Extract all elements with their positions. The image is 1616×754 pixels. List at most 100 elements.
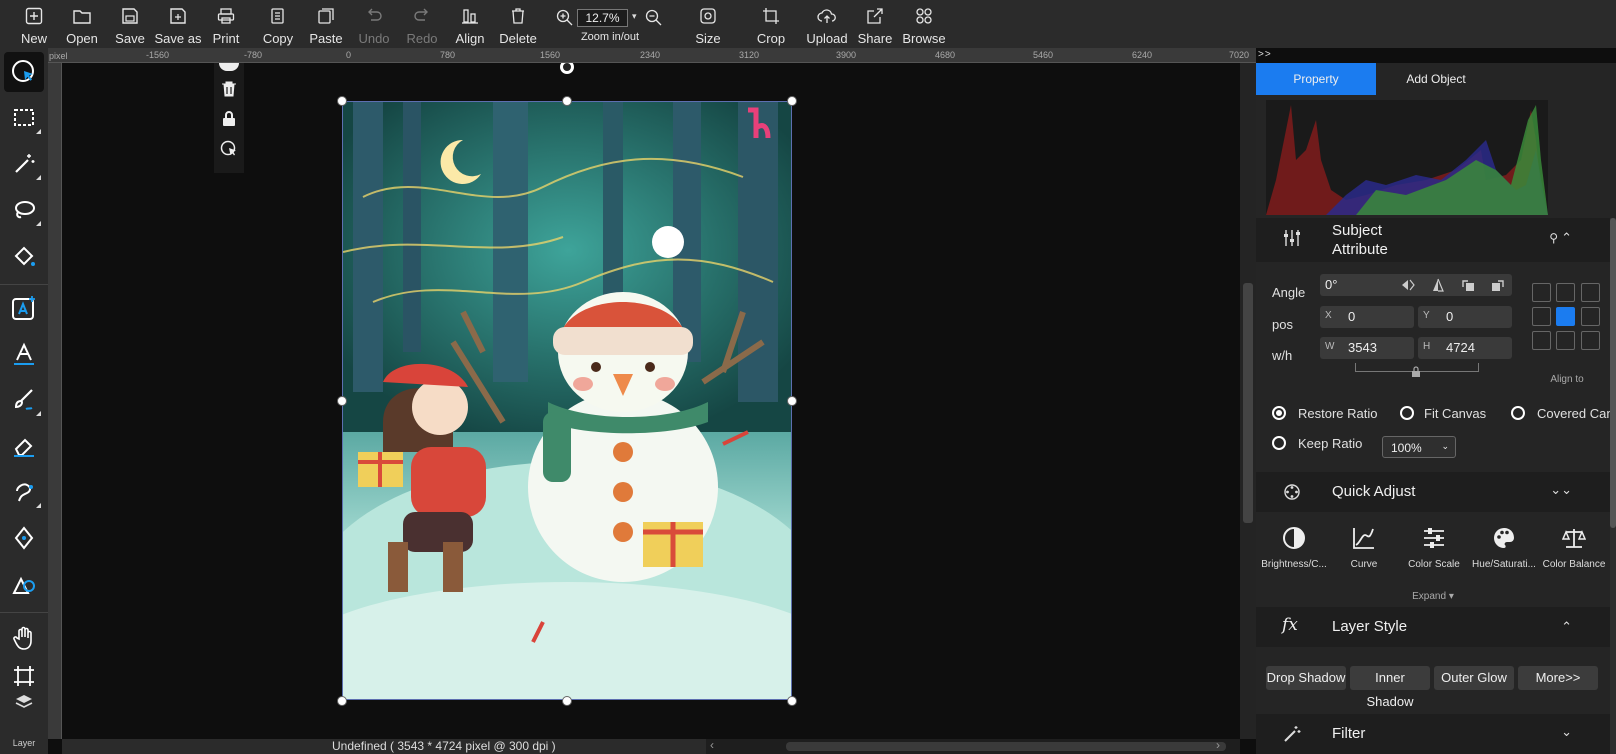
lock-icon[interactable] (219, 109, 239, 129)
resize-handle-n[interactable] (562, 96, 572, 106)
eraser-tool[interactable] (4, 426, 44, 466)
rect-select-tool[interactable] (4, 98, 44, 138)
expand-chevron-icon[interactable]: ⌄⌄ (1550, 482, 1572, 498)
align-top-left[interactable] (1532, 283, 1551, 302)
ratio-lock-icon[interactable] (1411, 366, 1421, 380)
pen-tool[interactable] (4, 518, 44, 558)
save-button[interactable]: Save (112, 0, 148, 48)
pos-y-field[interactable]: Y 0 (1418, 306, 1512, 328)
canvas-area[interactable] (62, 63, 1240, 739)
align-bottom-right[interactable] (1581, 331, 1600, 350)
magic-wand-tool[interactable] (4, 144, 44, 184)
zoom-input[interactable]: 12.7% (577, 9, 628, 27)
more-styles-button[interactable]: More>> (1518, 666, 1598, 690)
filter-header[interactable]: Filter ⌄ (1256, 714, 1616, 754)
hue-saturation-button[interactable]: Hue/Saturati... (1468, 523, 1540, 570)
zoom-out-icon[interactable] (645, 9, 662, 31)
fit-canvas-radio[interactable] (1400, 406, 1414, 420)
upload-button[interactable]: Upload (804, 0, 850, 48)
flip-horizontal-icon[interactable] (1400, 277, 1416, 296)
brightness-contrast-button[interactable]: Brightness/C... (1258, 523, 1330, 570)
scroll-right-icon[interactable]: › (1216, 738, 1220, 752)
covered-canvas-radio[interactable] (1511, 406, 1525, 420)
drop-shadow-button[interactable]: Drop Shadow (1266, 666, 1346, 690)
new-button[interactable]: New (16, 0, 52, 48)
collapse-chevron-icon[interactable]: ⌃ (1561, 230, 1572, 246)
resize-handle-s[interactable] (562, 696, 572, 706)
select-tool[interactable] (4, 52, 44, 92)
pin-icon[interactable]: ⚲ (1549, 231, 1558, 245)
outer-glow-button[interactable]: Outer Glow (1434, 666, 1514, 690)
hand-tool[interactable] (4, 618, 44, 658)
align-button[interactable]: Align (452, 0, 488, 48)
resize-handle-w[interactable] (337, 396, 347, 406)
browse-button[interactable]: Browse (901, 0, 947, 48)
height-field[interactable]: H 4724 (1418, 337, 1512, 359)
ratio-select[interactable]: 100% ⌄ (1382, 436, 1456, 458)
tab-property[interactable]: Property (1256, 63, 1376, 95)
select-object-icon[interactable] (219, 139, 239, 159)
collapse-chevron-icon[interactable]: ⌃ (1561, 619, 1572, 635)
open-button[interactable]: Open (64, 0, 100, 48)
angle-field[interactable]: 0° (1320, 274, 1512, 296)
resize-handle-e[interactable] (787, 396, 797, 406)
restore-ratio-radio[interactable] (1272, 406, 1286, 420)
scroll-thumb[interactable] (786, 742, 1226, 751)
keep-ratio-radio[interactable] (1272, 436, 1286, 450)
undo-button[interactable]: Undo (356, 0, 392, 48)
delete-object-icon[interactable] (219, 79, 239, 99)
align-middle-left[interactable] (1532, 307, 1551, 326)
align-top-center[interactable] (1556, 283, 1575, 302)
size-button[interactable]: Size (690, 0, 726, 48)
rotate-handle[interactable] (560, 63, 574, 74)
align-bottom-left[interactable] (1532, 331, 1551, 350)
expand-link[interactable]: Expand ▾ (1256, 591, 1610, 602)
color-scale-button[interactable]: Color Scale (1398, 523, 1470, 570)
print-button[interactable]: Print (208, 0, 244, 48)
rotate-right-icon[interactable] (1490, 277, 1506, 296)
rotate-left-icon[interactable] (1460, 277, 1476, 296)
redo-button[interactable]: Redo (404, 0, 440, 48)
zoom-dropdown-icon[interactable]: ▾ (632, 11, 637, 22)
shape-tool[interactable] (4, 564, 44, 604)
quick-adjust-header[interactable]: Quick Adjust ⌄⌄ (1256, 472, 1616, 512)
canvas-vertical-scrollbar[interactable] (1240, 63, 1256, 739)
align-center[interactable] (1556, 307, 1575, 326)
paste-button[interactable]: Paste (308, 0, 344, 48)
scroll-thumb[interactable] (1243, 283, 1253, 523)
expand-chevron-icon[interactable]: ⌄ (1561, 724, 1572, 740)
align-top-right[interactable] (1581, 283, 1600, 302)
share-button[interactable]: Share (857, 0, 893, 48)
resize-handle-sw[interactable] (337, 696, 347, 706)
pos-x-field[interactable]: X 0 (1320, 306, 1414, 328)
resize-handle-ne[interactable] (787, 96, 797, 106)
delete-button[interactable]: Delete (499, 0, 537, 48)
fill-tool[interactable] (4, 236, 44, 276)
canvas-image[interactable] (342, 101, 792, 700)
lasso-tool[interactable] (4, 190, 44, 230)
flip-vertical-icon[interactable] (1430, 277, 1446, 296)
resize-handle-se[interactable] (787, 696, 797, 706)
align-bottom-center[interactable] (1556, 331, 1575, 350)
curve-button[interactable]: Curve (1328, 523, 1400, 570)
zoom-in-icon[interactable] (556, 9, 573, 31)
copy-button[interactable]: Copy (260, 0, 296, 48)
collapse-handle[interactable] (219, 63, 239, 71)
tab-add-object[interactable]: Add Object (1376, 63, 1496, 95)
inner-shadow-button[interactable]: Inner Shadow (1350, 666, 1430, 709)
smudge-tool[interactable] (4, 472, 44, 512)
panel-scrollbar[interactable] (1610, 218, 1616, 754)
add-text-tool[interactable] (4, 288, 44, 328)
resize-handle-nw[interactable] (337, 96, 347, 106)
color-balance-button[interactable]: Color Balance (1538, 523, 1610, 570)
crop-button[interactable]: Crop (753, 0, 789, 48)
scroll-left-icon[interactable]: ‹ (710, 738, 714, 752)
layers-button[interactable] (4, 682, 44, 722)
canvas-horizontal-scrollbar[interactable]: ‹ › (706, 738, 1240, 754)
align-middle-right[interactable] (1581, 307, 1600, 326)
subject-attribute-header[interactable]: Subject Attribute ⚲ ⌃ (1256, 218, 1616, 262)
layer-style-header[interactable]: fx Layer Style ⌃ (1256, 607, 1616, 647)
panel-expand-toggle[interactable]: >> (1258, 49, 1272, 60)
scroll-thumb[interactable] (1610, 218, 1616, 528)
width-field[interactable]: W 3543 (1320, 337, 1414, 359)
